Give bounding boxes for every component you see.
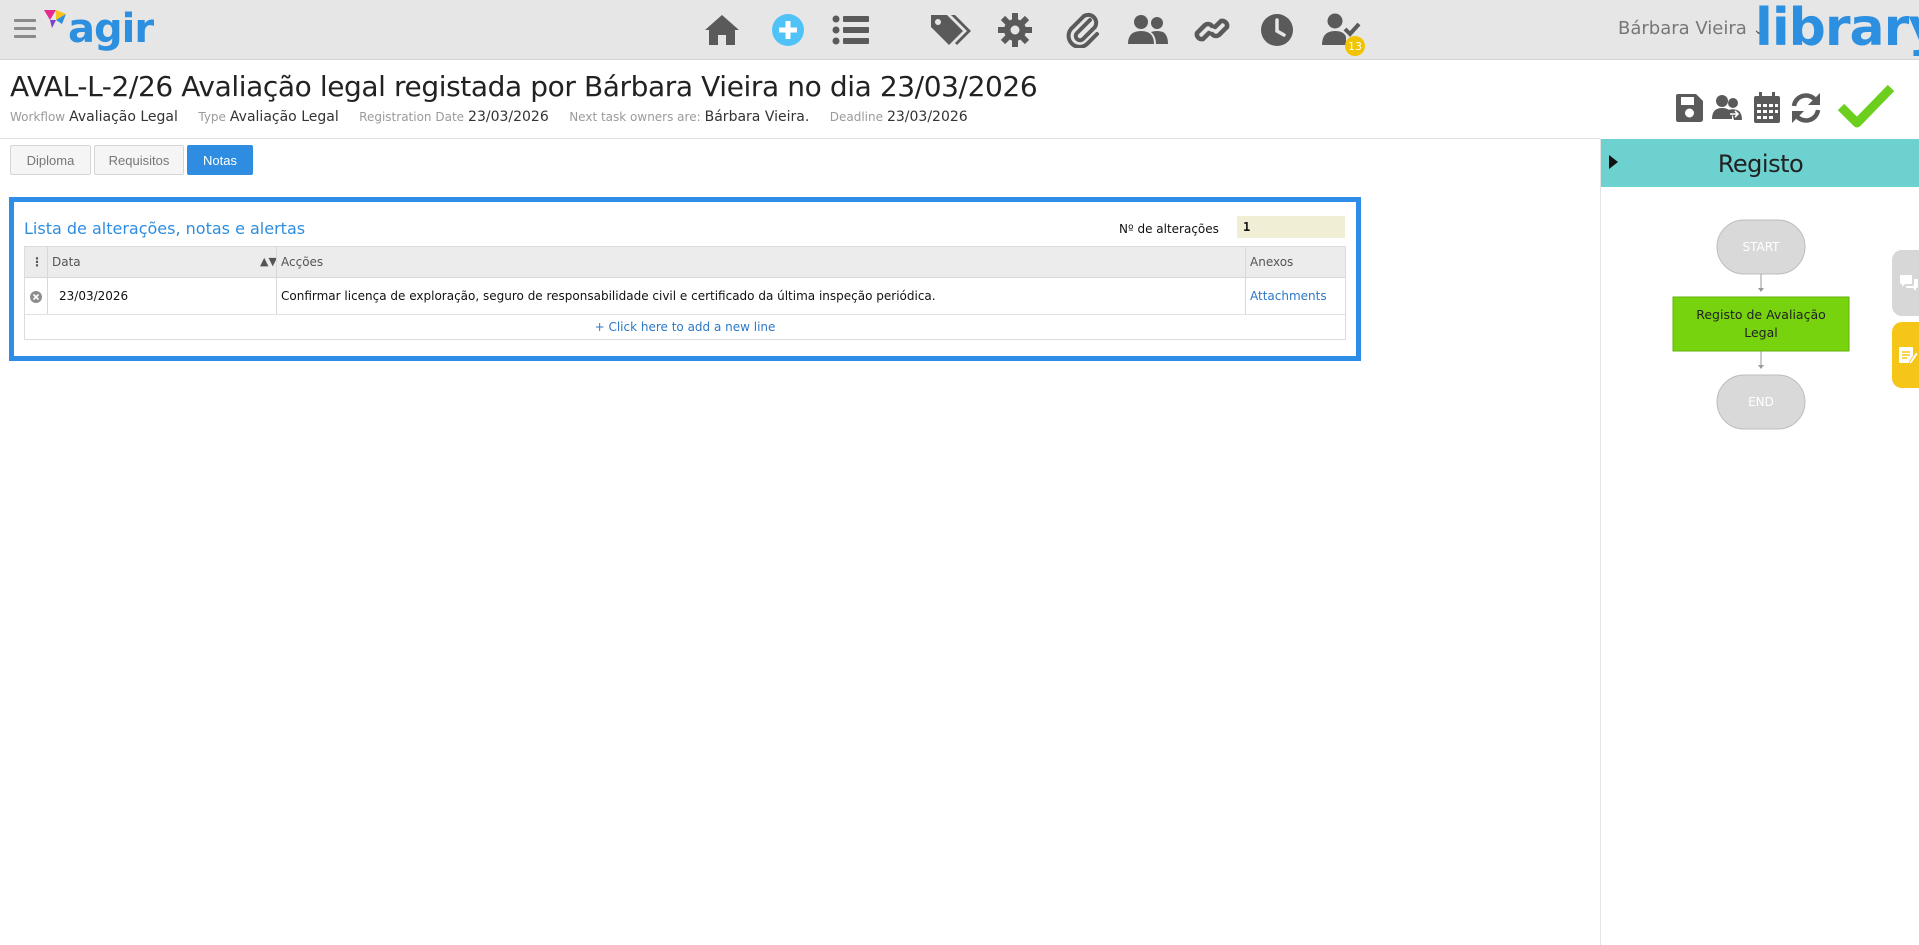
list-icon[interactable]	[829, 8, 873, 52]
type-label: Type	[198, 110, 226, 124]
notes-icon[interactable]	[1892, 322, 1919, 388]
tab-requisitos[interactable]: Requisitos	[94, 145, 184, 175]
tags-icon[interactable]	[928, 8, 972, 52]
workflow-label: Workflow	[10, 110, 66, 124]
row-options-icon[interactable]: ⋮	[31, 247, 43, 277]
chat-icon[interactable]	[1892, 250, 1919, 316]
user-name: Bárbara Vieira	[1618, 18, 1747, 39]
menu-icon[interactable]	[14, 19, 36, 39]
header-divider	[0, 138, 1600, 139]
column-header-data[interactable]: Data	[52, 247, 81, 277]
tab-diploma[interactable]: Diploma	[10, 145, 91, 175]
deadline-label: Deadline	[829, 110, 883, 124]
sort-icon[interactable]: ▲▼	[260, 247, 277, 277]
tab-notas[interactable]: Notas	[187, 145, 253, 175]
attachments-link[interactable]: Attachments	[1250, 289, 1327, 303]
notes-panel-title: Lista de alterações, notas e alertas	[24, 219, 306, 238]
record-meta: Workflow Avaliação Legal Type Avaliação Le…	[10, 109, 984, 125]
calendar-icon[interactable]	[1750, 86, 1784, 130]
add-icon[interactable]	[766, 8, 810, 52]
workflow-value: Avaliação Legal	[69, 109, 178, 125]
notes-grid: ⋮ Data ▲▼ Acções Anexos 23/03/2026 Confi…	[24, 246, 1346, 340]
workflow-side-panel: Registo START Registo de Avaliação Legal…	[1600, 139, 1919, 945]
user-menu[interactable]: Bárbara Vieira ⌄	[1618, 18, 1765, 39]
delete-row-icon[interactable]	[30, 278, 44, 314]
workflow-start-label: START	[1742, 240, 1780, 254]
next-owners-value: Bárbara Vieira.	[704, 109, 810, 125]
reassign-icon[interactable]	[1710, 86, 1744, 130]
page-title: AVAL-L-2/26 Avaliação legal registada po…	[10, 70, 1038, 103]
tasks-count-badge: 13	[1345, 36, 1365, 56]
registration-date-label: Registration Date	[359, 110, 465, 124]
changes-count-field[interactable]: 1	[1237, 216, 1345, 238]
approve-check-icon[interactable]	[1836, 78, 1896, 134]
column-header-accoes[interactable]: Acções	[281, 247, 323, 277]
attachment-icon[interactable]	[1061, 8, 1105, 52]
save-icon[interactable]	[1672, 86, 1706, 130]
workflow-task-label-line1: Registo de Avaliação	[1696, 307, 1826, 322]
workflow-task-node[interactable]	[1672, 296, 1850, 352]
table-row: 23/03/2026 Confirmar licença de exploraç…	[25, 278, 1345, 315]
library-brand: library	[1755, 0, 1919, 58]
notes-panel: Lista de alterações, notas e alertas Nº …	[9, 197, 1361, 361]
deadline-value: 23/03/2026	[886, 109, 968, 125]
workflow-end-label: END	[1748, 395, 1774, 409]
add-new-line-button[interactable]: + Click here to add a new line	[25, 315, 1345, 339]
clock-icon[interactable]	[1255, 8, 1299, 52]
side-panel-title: Registo	[1717, 150, 1804, 178]
type-value: Avaliação Legal	[229, 109, 339, 125]
grid-header: ⋮ Data ▲▼ Acções Anexos	[25, 247, 1345, 278]
logo-text: agir	[68, 6, 154, 52]
column-header-anexos[interactable]: Anexos	[1250, 247, 1293, 277]
settings-icon[interactable]	[993, 8, 1037, 52]
row-date[interactable]: 23/03/2026	[59, 278, 128, 314]
link-icon[interactable]	[1190, 8, 1234, 52]
refresh-icon[interactable]	[1788, 86, 1824, 130]
users-icon[interactable]	[1126, 8, 1170, 52]
top-bar: agir 13 Bárbara Vieira ⌄ librar	[0, 0, 1919, 60]
workflow-task-label-line2: Legal	[1744, 325, 1778, 340]
changes-count-label: Nº de alterações	[1119, 222, 1219, 236]
agir-logo[interactable]: agir	[42, 6, 154, 54]
side-panel-header: Registo	[1601, 139, 1919, 187]
user-tasks-icon[interactable]: 13	[1319, 8, 1365, 56]
registration-date-value: 23/03/2026	[468, 109, 549, 125]
next-owners-label: Next task owners are:	[569, 110, 701, 124]
workflow-diagram: START Registo de Avaliação Legal END	[1672, 219, 1850, 430]
home-icon[interactable]	[700, 8, 744, 52]
row-action-text[interactable]: Confirmar licença de exploração, seguro …	[281, 278, 936, 314]
